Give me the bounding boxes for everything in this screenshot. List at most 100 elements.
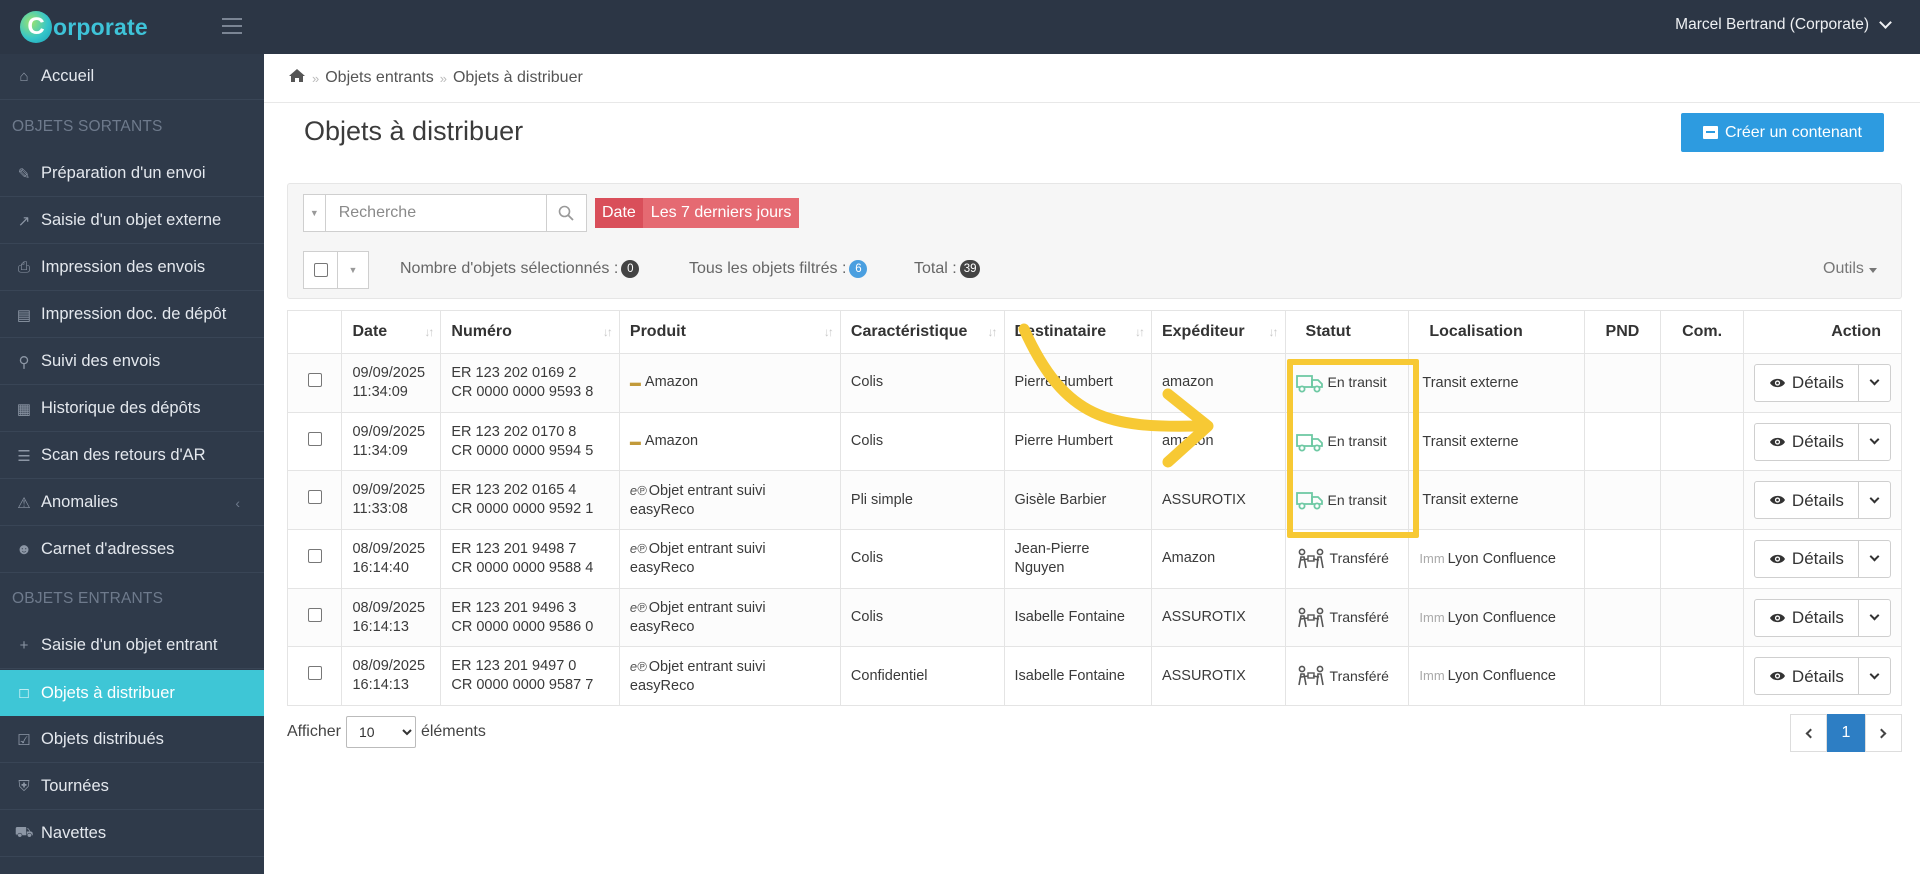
chevron-left-icon: [1805, 728, 1816, 738]
row-actions-dropdown[interactable]: [1857, 364, 1890, 401]
row-checkbox[interactable]: [307, 372, 322, 387]
sidebar-item-deposit-history[interactable]: ▦ Historique des dépôts: [0, 386, 264, 432]
row-actions: Détails: [1753, 481, 1891, 520]
sidebar-item-prepare-shipment[interactable]: ✎ Préparation d'un envoi: [0, 151, 264, 197]
count-badge: 0: [621, 260, 640, 278]
status-badge: Transféré: [1296, 665, 1399, 687]
row-checkbox[interactable]: [307, 666, 322, 681]
select-options-dropdown[interactable]: ▼: [338, 252, 368, 288]
row-actions-dropdown[interactable]: [1857, 423, 1890, 460]
sidebar-item-address-book[interactable]: ☻ Carnet d'adresses: [0, 527, 264, 573]
sidebar-item-label: Carnet d'adresses: [41, 540, 175, 558]
breadcrumb-separator: »: [439, 70, 447, 86]
page-button[interactable]: 1: [1827, 714, 1865, 752]
transfer-icon: [1296, 607, 1326, 629]
eye-icon: [1769, 672, 1785, 681]
sidebar-item-anomalies[interactable]: ⚠ Anomalies ‹: [0, 480, 264, 526]
produit-cell: e℗ Objet entrant suivi easyReco: [618, 646, 841, 707]
sort-icon: ↓↑: [1134, 325, 1145, 339]
next-page-button[interactable]: [1865, 714, 1902, 752]
table-row[interactable]: 08/09/2025 16:14:40 ER 123 201 9498 7 CR 00…: [286, 529, 1903, 589]
details-button[interactable]: Détails: [1755, 424, 1858, 460]
caracteristique-cell: Colis: [839, 353, 1005, 413]
statut-cell: Transféré: [1284, 646, 1410, 707]
tools-dropdown[interactable]: Outils: [1823, 260, 1877, 278]
row-actions-dropdown[interactable]: [1857, 599, 1890, 636]
column-expediteur[interactable]: Expéditeur ↓↑: [1150, 310, 1286, 354]
row-checkbox[interactable]: [307, 431, 322, 446]
details-button[interactable]: Détails: [1755, 541, 1858, 577]
easyreco-icon: e℗: [629, 600, 647, 616]
breadcrumb-link[interactable]: Objets entrants: [325, 69, 434, 87]
caret-down-icon: [1868, 267, 1877, 273]
transfer-icon: [1296, 548, 1326, 570]
app-logo[interactable]: C orporate: [20, 10, 148, 44]
status-label: Transféré: [1329, 609, 1389, 626]
table-row[interactable]: 08/09/2025 16:14:13 ER 123 201 9497 0 CR 00…: [286, 646, 1903, 707]
row-checkbox[interactable]: [307, 548, 322, 563]
sidebar-item-distributed[interactable]: ☑ Objets distribués: [0, 717, 264, 763]
sidebar-item-label: Historique des dépôts: [41, 399, 201, 417]
product-name: Objet entrant suivi easyReco: [629, 600, 766, 636]
produit-cell: e℗ Objet entrant suivi easyReco: [618, 470, 841, 531]
row-actions-dropdown[interactable]: [1857, 540, 1890, 577]
column-numero[interactable]: Numéro ↓↑: [440, 310, 620, 354]
localisation-cell: Imm Lyon Confluence: [1408, 646, 1585, 707]
sidebar-item-incoming-entry[interactable]: + Saisie d'un objet entrant: [0, 623, 264, 669]
sidebar-section-in: OBJETS ENTRANTS: [12, 590, 164, 607]
details-button[interactable]: Détails: [1755, 482, 1858, 518]
sidebar-item-to-distribute[interactable]: □ Objets à distribuer: [0, 670, 264, 716]
sidebar-item-home[interactable]: ⌂ Accueil: [0, 54, 264, 100]
page-size-select[interactable]: 10: [345, 716, 416, 748]
row-actions-dropdown[interactable]: [1857, 658, 1890, 695]
search-button[interactable]: [545, 195, 586, 231]
column-caracteristique[interactable]: Caractéristique ↓↑: [839, 310, 1005, 354]
table-header-row: Date ↓↑ Numéro ↓↑ Produit ↓↑ Caractéristiqu…: [286, 310, 1903, 354]
sidebar-item-rounds[interactable]: ⛨ Tournées: [0, 764, 264, 810]
cr-number: CR 0000 0000 9586 0: [451, 618, 594, 635]
user-menu[interactable]: Marcel Bertrand (Corporate): [1675, 16, 1892, 34]
barcode-icon: ☰: [17, 447, 31, 465]
table-row[interactable]: 09/09/2025 11:34:09 ER 123 202 0169 2 CR 00…: [286, 353, 1903, 413]
select-all-checkbox[interactable]: [304, 252, 338, 288]
column-com: Com.: [1660, 310, 1744, 354]
row-actions-dropdown[interactable]: [1857, 482, 1890, 519]
details-button[interactable]: Détails: [1755, 600, 1858, 636]
home-icon[interactable]: [288, 68, 306, 88]
sidebar-item-label: Accueil: [41, 67, 95, 85]
details-button[interactable]: Détails: [1755, 365, 1858, 401]
transfer-icon: [1296, 665, 1326, 687]
table-row[interactable]: 09/09/2025 11:33:08 ER 123 202 0165 4 CR 00…: [286, 470, 1903, 531]
status-badge: En transit: [1295, 431, 1399, 453]
date-cell: 08/09/2025 16:14:13: [341, 587, 442, 648]
sidebar-item-scan-returns[interactable]: ☰ Scan des retours d'AR: [0, 433, 264, 479]
row-select-cell: [286, 587, 343, 648]
column-date[interactable]: Date ↓↑: [341, 310, 442, 354]
sidebar-item-print-deposit[interactable]: ▤ Impression doc. de dépôt: [0, 292, 264, 338]
date-filter-tag[interactable]: Date Les 7 derniers jours: [595, 198, 800, 228]
time-value: 11:33:08: [352, 501, 408, 518]
easyreco-icon: e℗: [629, 658, 647, 674]
localisation-cell: Imm Lyon Confluence: [1408, 587, 1585, 648]
localisation-cell: Imm Lyon Confluence: [1408, 529, 1585, 589]
sidebar-item-tracking[interactable]: ⚲ Suivi des envois: [0, 339, 264, 385]
row-checkbox[interactable]: [307, 490, 322, 505]
sidebar-item-print-shipments[interactable]: ⎙ Impression des envois: [0, 245, 264, 291]
table-row[interactable]: 08/09/2025 16:14:13 ER 123 201 9496 3 CR 00…: [286, 587, 1903, 648]
sidebar-item-external-object[interactable]: ↗ Saisie d'un objet externe: [0, 198, 264, 244]
create-container-button[interactable]: Créer un contenant: [1681, 113, 1884, 152]
time-value: 16:14:13: [352, 618, 409, 635]
sidebar-item-shuttles[interactable]: ⛟ Navettes: [0, 811, 264, 857]
details-button[interactable]: Détails: [1755, 658, 1858, 694]
search-options-dropdown[interactable]: ▼: [304, 195, 326, 231]
column-produit[interactable]: Produit ↓↑: [618, 310, 841, 354]
column-destinataire[interactable]: Destinataire ↓↑: [1003, 310, 1152, 354]
table-row[interactable]: 09/09/2025 11:34:09 ER 123 202 0170 8 CR 00…: [286, 411, 1903, 472]
row-checkbox[interactable]: [307, 607, 322, 622]
warning-icon: ⚠: [17, 494, 31, 512]
previous-page-button[interactable]: [1790, 714, 1827, 752]
column-pnd: PND: [1583, 310, 1662, 354]
sidebar-item-label: Saisie d'un objet entrant: [41, 636, 218, 654]
menu-toggle-icon[interactable]: [222, 18, 242, 34]
search-input[interactable]: [325, 195, 546, 231]
